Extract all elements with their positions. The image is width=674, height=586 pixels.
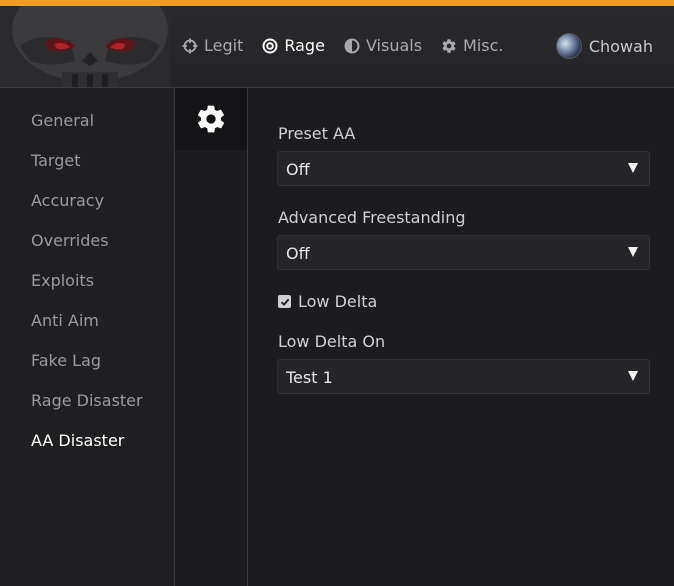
nav-tab-legit[interactable]: Legit: [182, 36, 243, 55]
low-delta-on-label: Low Delta On: [278, 332, 386, 351]
low-delta-toggle[interactable]: Low Delta: [278, 292, 377, 311]
settings-panel: Preset AA Off Advanced Freestanding Off …: [248, 88, 674, 586]
nav-tab-label: Visuals: [365, 36, 423, 55]
caret-down-icon: [628, 247, 638, 257]
nav-tab-misc[interactable]: Misc.: [441, 36, 504, 55]
low-delta-on-dropdown[interactable]: Test 1: [277, 359, 650, 394]
sidebar-item-accuracy[interactable]: Accuracy: [31, 191, 104, 210]
checkmark-icon: [280, 298, 289, 306]
target-icon: [262, 38, 278, 53]
dropdown-value: Test 1: [286, 368, 333, 387]
preset-aa-label: Preset AA: [278, 124, 356, 143]
top-nav: Legit Rage Visuals Misc.: [182, 36, 523, 55]
user-profile[interactable]: Chowah: [555, 33, 653, 59]
nav-tab-label: Legit: [204, 36, 244, 55]
caret-down-icon: [628, 163, 638, 173]
sidebar-item-rage-disaster[interactable]: Rage Disaster: [31, 391, 143, 410]
gear-icon: [442, 38, 456, 53]
nav-tab-label: Misc.: [463, 36, 504, 55]
skull-logo: [0, 6, 170, 87]
sidebar-item-general[interactable]: General: [31, 111, 94, 130]
dropdown-value: Off: [286, 160, 310, 179]
subtab-column: [175, 88, 248, 586]
low-delta-checkbox[interactable]: [278, 295, 291, 308]
nav-tab-label: Rage: [284, 36, 325, 55]
sidebar-item-target[interactable]: Target: [31, 151, 81, 170]
nav-tab-rage[interactable]: Rage: [262, 36, 325, 55]
avatar: [555, 33, 582, 59]
subtab-general[interactable]: [175, 88, 247, 150]
sidebar: General Target Accuracy Overrides Exploi…: [0, 88, 175, 586]
sidebar-item-anti-aim[interactable]: Anti Aim: [31, 311, 99, 330]
preset-aa-dropdown[interactable]: Off: [277, 151, 650, 186]
caret-down-icon: [628, 371, 638, 381]
crosshair-icon: [182, 38, 198, 53]
sidebar-item-exploits[interactable]: Exploits: [31, 271, 94, 290]
sidebar-item-aa-disaster[interactable]: AA Disaster: [31, 431, 124, 450]
sidebar-item-overrides[interactable]: Overrides: [31, 231, 109, 250]
low-delta-label: Low Delta: [298, 292, 378, 311]
gear-icon: [197, 105, 225, 133]
advanced-freestanding-dropdown[interactable]: Off: [277, 235, 650, 270]
half-circle-icon: [344, 38, 360, 53]
advanced-freestanding-label: Advanced Freestanding: [278, 208, 466, 227]
sidebar-item-fake-lag[interactable]: Fake Lag: [31, 351, 101, 370]
nav-tab-visuals[interactable]: Visuals: [344, 36, 422, 55]
dropdown-value: Off: [286, 244, 310, 263]
header: Legit Rage Visuals Misc. Chowah: [0, 6, 674, 88]
username: Chowah: [588, 36, 653, 56]
